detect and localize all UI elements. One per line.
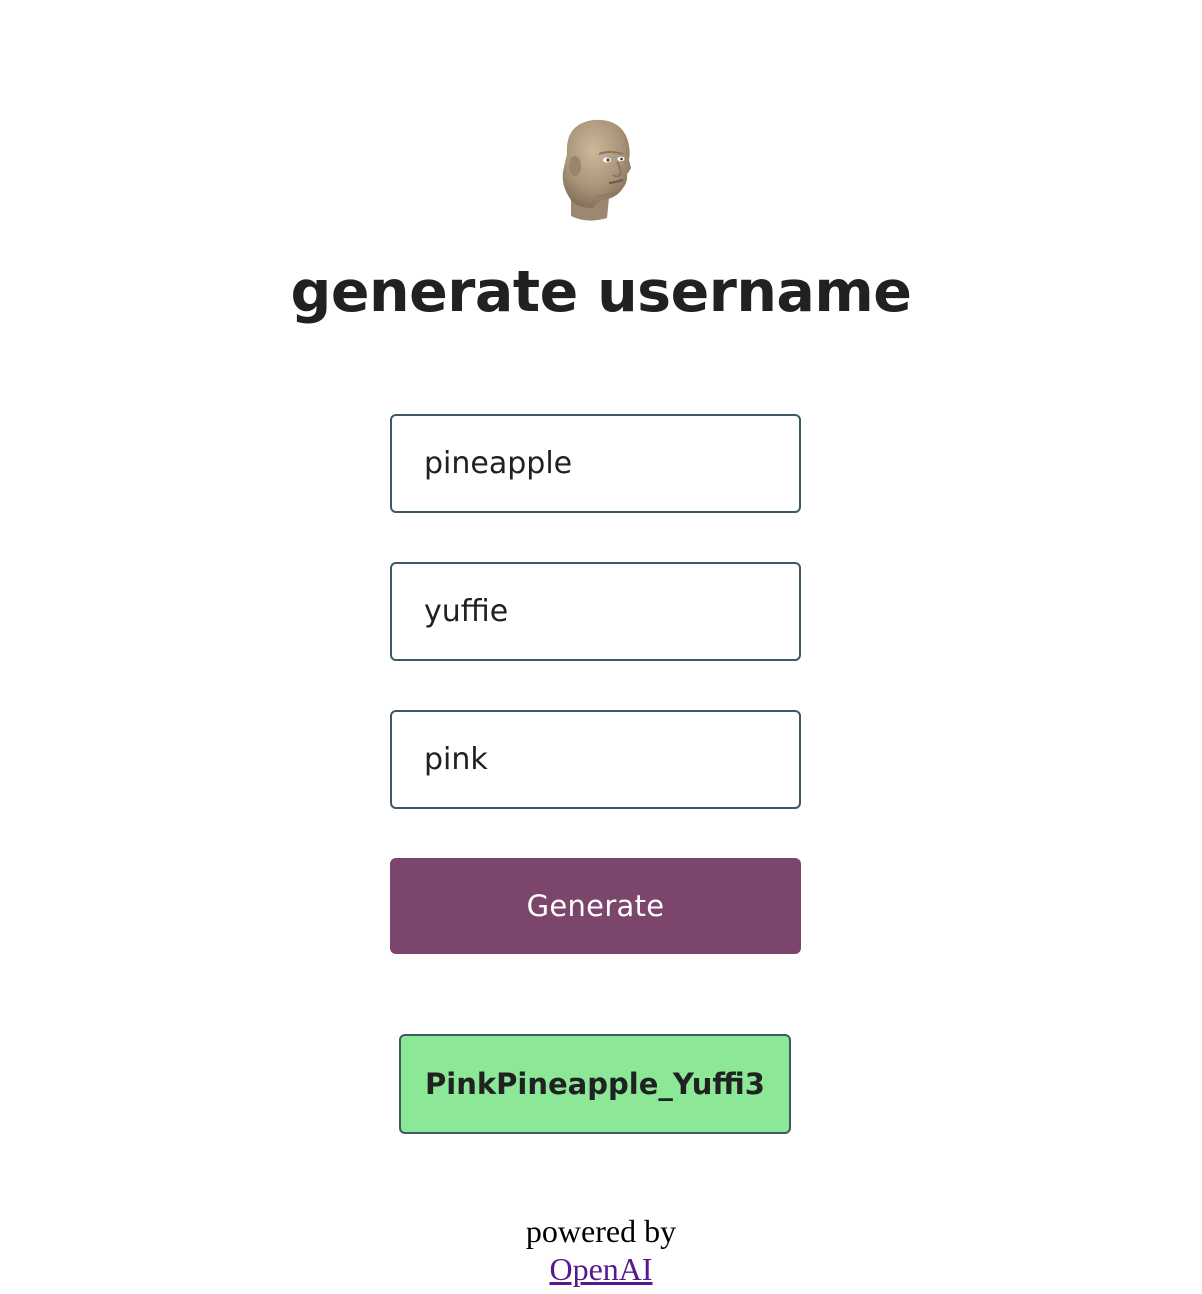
generate-button[interactable]: Generate [390, 858, 801, 954]
powered-by-text: powered by [525, 1213, 677, 1249]
word-input-1[interactable] [390, 414, 801, 513]
openai-link[interactable]: OpenAI [549, 1251, 652, 1287]
footer: powered by OpenAI [0, 1212, 1202, 1288]
word-input-2[interactable] [390, 562, 801, 661]
page-title: generate username [290, 259, 912, 325]
meme-man-head-icon [562, 119, 631, 221]
page: generate username Generate PinkPineapple… [0, 0, 1202, 1294]
word-input-3[interactable] [390, 710, 801, 809]
generated-username: PinkPineapple_Yuffi3 [399, 1034, 791, 1134]
